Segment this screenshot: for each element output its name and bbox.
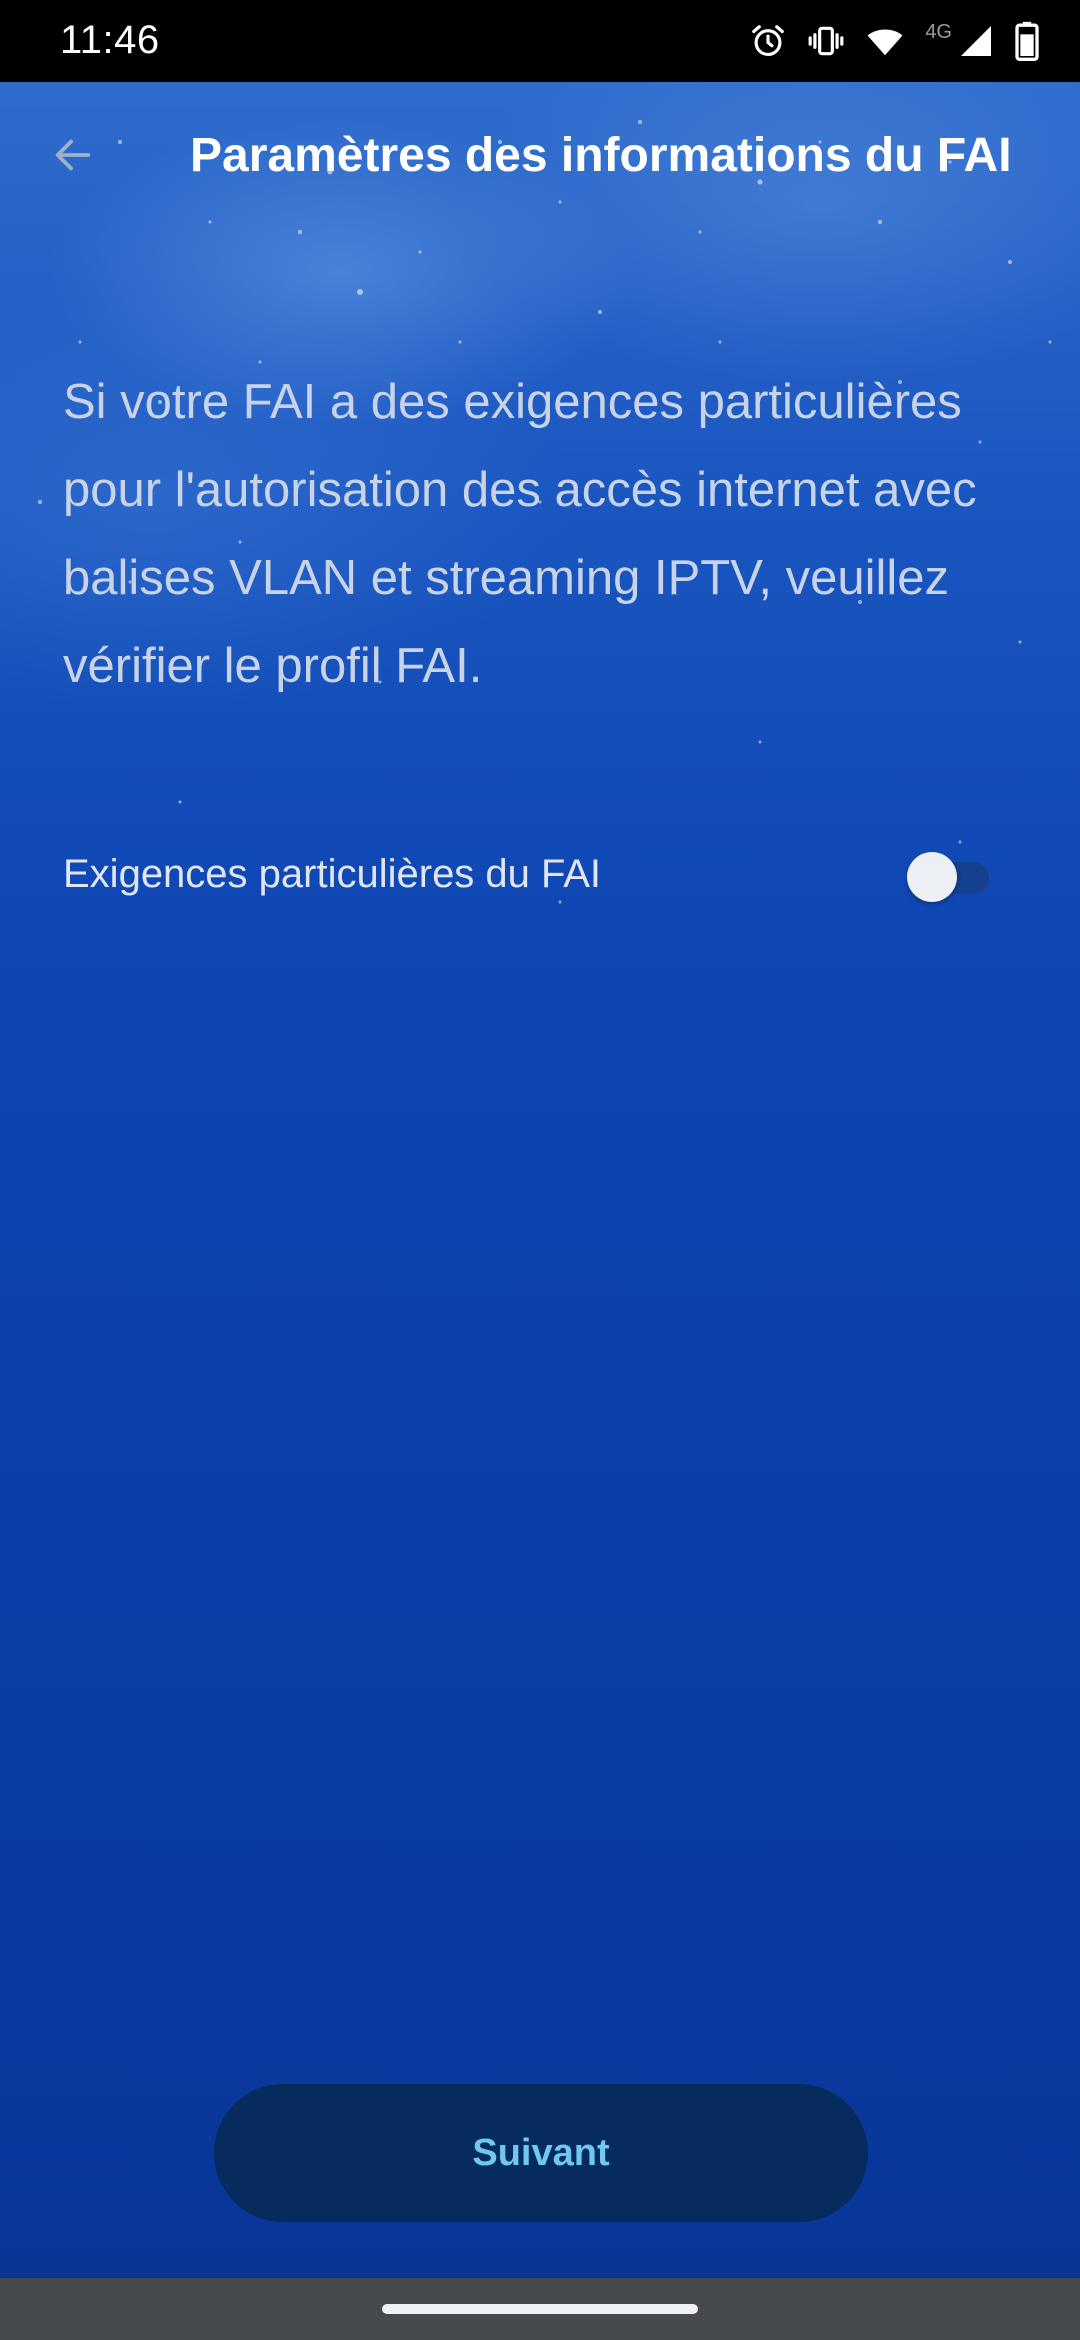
- alarm-icon: [749, 22, 787, 60]
- status-time: 11:46: [60, 18, 160, 62]
- status-bar: 11:46 4G: [0, 0, 1080, 82]
- isp-requirements-toggle[interactable]: [907, 850, 989, 902]
- home-indicator[interactable]: [382, 2304, 698, 2314]
- app-bar: Paramètres des informations du FAI: [0, 82, 1080, 232]
- arrow-back-icon: [50, 132, 96, 183]
- next-button[interactable]: Suivant: [214, 2084, 868, 2222]
- back-button[interactable]: [38, 122, 108, 192]
- wifi-icon: [865, 22, 905, 60]
- navigation-bar: [0, 2278, 1080, 2340]
- isp-requirements-row: Exigences particulières du FAI: [63, 840, 1023, 912]
- battery-icon: [1014, 21, 1040, 61]
- screen: 11:46 4G Paramètres des informations du …: [0, 0, 1080, 2340]
- isp-description-text: Si votre FAI a des exigences particulièr…: [63, 375, 977, 693]
- status-icons: 4G: [749, 18, 1040, 64]
- vibrate-icon: [807, 22, 845, 60]
- signal-icon: [958, 22, 994, 60]
- network-type-label: 4G: [925, 20, 952, 43]
- toggle-thumb: [907, 852, 957, 902]
- page-title: Paramètres des informations du FAI: [190, 129, 1012, 182]
- isp-requirements-label: Exigences particulières du FAI: [63, 852, 602, 896]
